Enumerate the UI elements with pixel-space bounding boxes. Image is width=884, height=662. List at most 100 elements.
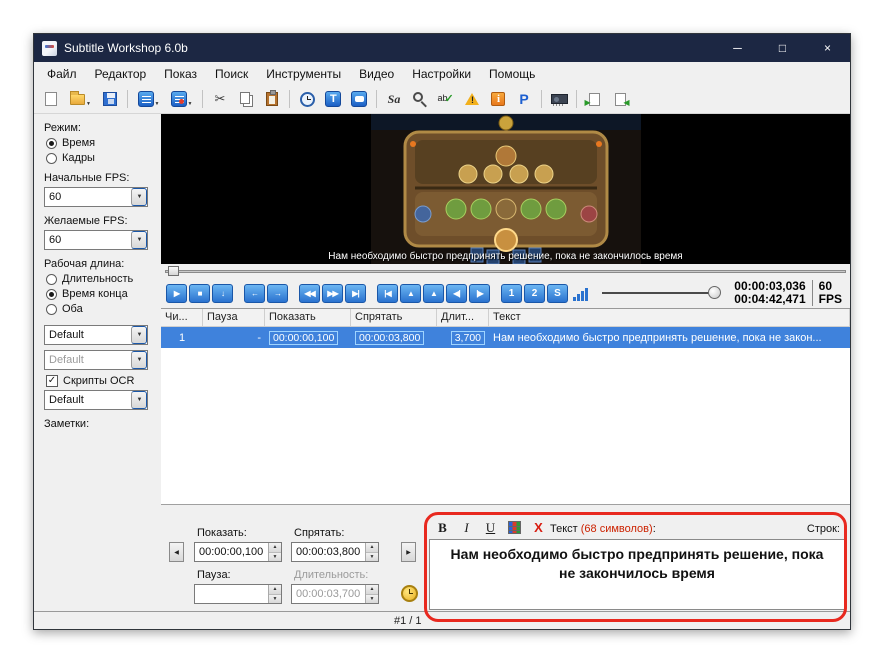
default-hide-button[interactable]: ▶ [401, 542, 416, 562]
paste-icon[interactable] [260, 88, 284, 111]
clock-button[interactable] [401, 585, 418, 602]
stop-button[interactable]: ■ [189, 283, 210, 303]
spin-down-icon: ▼ [366, 594, 378, 603]
radio-label: Время конца [62, 288, 128, 300]
save-external-icon[interactable] [608, 88, 632, 111]
volume-bars-icon[interactable] [573, 286, 588, 301]
toggle-scroll-button[interactable]: ↓ [212, 283, 233, 303]
minimize-button[interactable]: ─ [715, 34, 760, 62]
charset-select[interactable]: Default ▼ [44, 325, 148, 345]
page: Subtitle Workshop 6.0b ─ □ × Файл Редакт… [0, 0, 884, 662]
menu-settings[interactable]: Настройки [403, 64, 480, 84]
search-icon[interactable] [408, 88, 432, 111]
end-time-mode-radio[interactable]: Время конца [46, 288, 155, 300]
chevron-down-icon[interactable]: ▼ [155, 101, 160, 111]
sync-point-1-button[interactable]: 1 [501, 283, 522, 303]
warnings-icon[interactable] [460, 88, 484, 111]
new-file-icon[interactable] [39, 88, 63, 111]
pause-spinner[interactable]: ▲ ▼ [194, 584, 282, 604]
copy-icon[interactable] [234, 88, 258, 111]
color-button[interactable] [505, 518, 524, 537]
frames-mode-radio[interactable]: Кадры [46, 152, 155, 164]
ocr-scripts-checkbox[interactable]: ✓ Скрипты OCR [46, 375, 155, 387]
close-button[interactable]: × [805, 34, 850, 62]
menu-help[interactable]: Помощь [480, 64, 544, 84]
menu-file[interactable]: Файл [38, 64, 86, 84]
menu-search[interactable]: Поиск [206, 64, 257, 84]
fast-forward-button[interactable]: ▶▶ [322, 283, 343, 303]
prev-subtitle-button[interactable]: |◀ [377, 283, 398, 303]
time-display: 00:00:03,036 00:04:42,471 60 FPS [734, 280, 842, 306]
volume-slider[interactable] [602, 285, 721, 301]
chevron-down-icon[interactable]: ▼ [131, 188, 147, 206]
italic-button[interactable]: I [457, 518, 476, 537]
subtitle-text-input[interactable]: Нам необходимо быстро предпринять решени… [429, 539, 845, 610]
chevron-down-icon[interactable]: ▼ [131, 231, 147, 249]
video-renderer-icon[interactable] [547, 88, 571, 111]
menu-editor[interactable]: Редактор [86, 64, 156, 84]
seek-thumb[interactable] [168, 266, 179, 276]
cut-icon[interactable] [208, 88, 232, 111]
hide-time-spinner[interactable]: 00:00:03,800 ▲ ▼ [291, 542, 379, 562]
chevron-down-icon[interactable]: ▼ [131, 391, 147, 409]
default-show-button[interactable]: ◀ [169, 542, 184, 562]
information-icon[interactable] [486, 88, 510, 111]
subtitle-row-selected[interactable]: 1 - 00:00:00,100 00:00:03,800 3,700 Нам … [161, 327, 850, 348]
chevron-down-icon[interactable]: ▼ [188, 101, 193, 111]
prev-sync-point-button[interactable]: ◀| [446, 283, 467, 303]
subtitle-text-icon[interactable] [347, 88, 371, 111]
seek-groove[interactable] [165, 270, 846, 273]
ocr-script-select[interactable]: Default ▼ [44, 390, 148, 410]
input-fps-select[interactable]: 60 ▼ [44, 187, 148, 207]
spin-up-icon: ▲ [269, 543, 281, 553]
seek-forward-button[interactable]: → [267, 283, 288, 303]
time-mode-radio[interactable]: Время [46, 137, 155, 149]
save-video-icon[interactable]: ▼ [166, 88, 197, 111]
next-sync-point-button[interactable]: |▶ [469, 283, 490, 303]
clear-format-button[interactable]: X [529, 518, 548, 537]
menu-video[interactable]: Видео [350, 64, 403, 84]
bold-button[interactable]: B [433, 518, 452, 537]
spell-check-icon[interactable] [434, 88, 458, 111]
maximize-button[interactable]: □ [760, 34, 805, 62]
open-file-icon[interactable]: ▼ [65, 88, 96, 111]
read-external-icon[interactable] [582, 88, 606, 111]
sync-button[interactable]: S [547, 283, 568, 303]
menu-view[interactable]: Показ [155, 64, 206, 84]
spinner-arrows[interactable]: ▲ ▼ [268, 543, 281, 561]
play-button[interactable]: ▶ [166, 283, 187, 303]
spinner-arrows[interactable]: ▲ ▼ [365, 543, 378, 561]
list-empty-area[interactable] [161, 348, 850, 504]
time-tools-icon[interactable] [295, 88, 319, 111]
sync-point-2-button[interactable]: 2 [524, 283, 545, 303]
underline-button[interactable]: U [481, 518, 500, 537]
seek-back-button[interactable]: ← [244, 283, 265, 303]
duration-mode-radio[interactable]: Длительность [46, 273, 155, 285]
spinner-arrows[interactable]: ▲ ▼ [268, 585, 281, 603]
show-time-spinner[interactable]: 00:00:00,100 ▲ ▼ [194, 542, 282, 562]
format-toolbar: B I U X [433, 518, 548, 537]
output-fps-select[interactable]: 60 ▼ [44, 230, 148, 250]
chevron-down-icon[interactable]: ▼ [131, 326, 147, 344]
ocr-scripts-icon[interactable] [382, 88, 406, 111]
checkbox-icon: ✓ [46, 375, 58, 387]
set-show-time-button[interactable]: ▲ [400, 283, 421, 303]
volume-track[interactable] [602, 292, 718, 294]
text-style-icon[interactable] [321, 88, 345, 111]
chevron-down-icon[interactable]: ▼ [86, 101, 91, 111]
load-video-icon[interactable]: ▼ [133, 88, 164, 111]
seek-bar[interactable] [161, 264, 850, 278]
volume-thumb[interactable] [708, 286, 721, 299]
toolbar-separator [541, 90, 542, 108]
both-mode-radio[interactable]: Оба [46, 303, 155, 315]
chevron-down-icon: ▼ [131, 351, 147, 369]
radio-icon [46, 288, 57, 300]
pascal-scripts-icon[interactable] [512, 88, 536, 111]
radio-label: Время [62, 137, 96, 149]
pause-label: Пауза: [197, 569, 231, 581]
next-frame-button[interactable]: ▶| [345, 283, 366, 303]
rewind-button[interactable]: ◀◀ [299, 283, 320, 303]
set-hide-time-button[interactable]: ▲ [423, 283, 444, 303]
menu-tools[interactable]: Инструменты [257, 64, 350, 84]
save-file-icon[interactable] [98, 88, 122, 111]
